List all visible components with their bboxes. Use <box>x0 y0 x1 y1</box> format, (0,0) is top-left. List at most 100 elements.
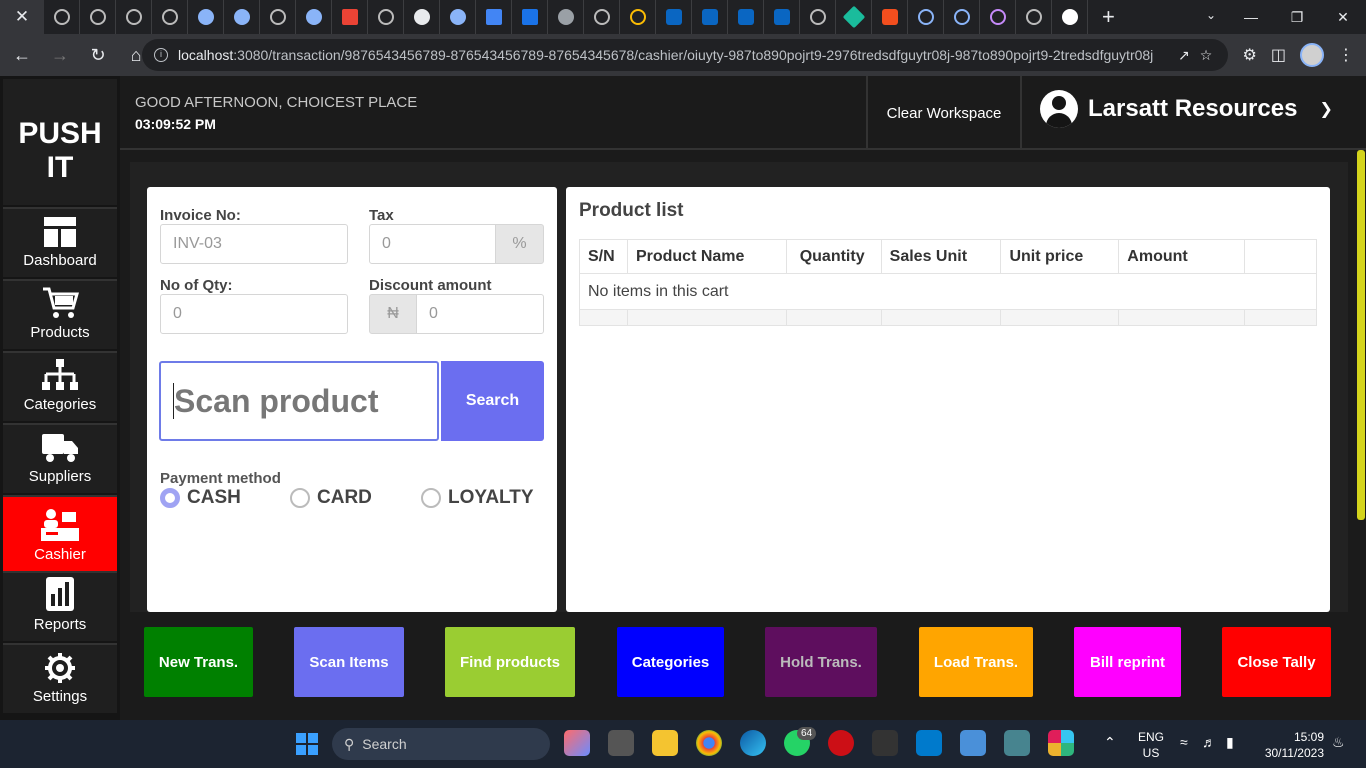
site-info-icon[interactable]: i <box>154 48 168 62</box>
browser-tab[interactable] <box>1052 0 1088 34</box>
payment-option-card[interactable]: CARD <box>290 487 372 509</box>
browser-tab[interactable] <box>692 0 728 34</box>
profile-avatar[interactable] <box>1300 43 1324 67</box>
minimize-icon[interactable]: — <box>1228 0 1274 34</box>
new-tab-icon[interactable]: + <box>1102 4 1115 30</box>
browser-tab[interactable] <box>620 0 656 34</box>
browser-tab[interactable] <box>764 0 800 34</box>
find-products-button[interactable]: Find products <box>445 627 575 697</box>
new-transaction-button[interactable]: New Trans. <box>144 627 253 697</box>
opera-icon[interactable] <box>828 730 854 756</box>
terminal-icon[interactable] <box>872 730 898 756</box>
browser-tab-strip: ✕ + ⌄ — ❐ ✕ <box>0 0 1366 34</box>
browser-tab[interactable] <box>332 0 368 34</box>
payment-option-cash[interactable]: CASH <box>160 487 241 509</box>
search-button[interactable]: Search <box>441 361 544 441</box>
browser-tab[interactable] <box>188 0 224 34</box>
back-icon[interactable]: ← <box>6 39 38 71</box>
bill-reprint-button[interactable]: Bill reprint <box>1074 627 1181 697</box>
close-tally-button[interactable]: Close Tally <box>1222 627 1331 697</box>
radio-loyalty[interactable] <box>421 488 441 508</box>
sidebar-item-products[interactable]: Products <box>3 279 117 349</box>
edge-icon[interactable] <box>740 730 766 756</box>
browser-tab[interactable] <box>152 0 188 34</box>
browser-tab[interactable] <box>728 0 764 34</box>
electron-icon[interactable] <box>1004 730 1030 756</box>
tab-close-icon[interactable]: ✕ <box>15 7 29 27</box>
browser-menu-icon[interactable]: ⋮ <box>1338 45 1354 65</box>
notepad-icon[interactable] <box>960 730 986 756</box>
clear-workspace-button[interactable]: Clear Workspace <box>866 76 1022 150</box>
browser-tab[interactable] <box>296 0 332 34</box>
product-table: S/N Product Name Quantity Sales Unit Uni… <box>579 239 1317 326</box>
qty-input[interactable]: 0 <box>160 294 348 334</box>
battery-icon[interactable]: ▮ <box>1226 734 1234 751</box>
windows-start-icon[interactable] <box>296 733 318 755</box>
chevron-up-icon[interactable]: ⌃ <box>1104 734 1116 751</box>
browser-tab[interactable] <box>944 0 980 34</box>
browser-tab[interactable] <box>440 0 476 34</box>
browser-tab[interactable] <box>800 0 836 34</box>
categories-button[interactable]: Categories <box>617 627 724 697</box>
side-panel-icon[interactable]: ◫ <box>1271 45 1286 65</box>
browser-tab[interactable] <box>80 0 116 34</box>
hold-transaction-button[interactable]: Hold Trans. <box>765 627 877 697</box>
sidebar-item-categories[interactable]: Categories <box>3 351 117 421</box>
copilot-icon[interactable] <box>564 730 590 756</box>
browser-tab[interactable] <box>980 0 1016 34</box>
url-text[interactable]: localhost:3080/transaction/9876543456789… <box>178 47 1168 63</box>
maximize-icon[interactable]: ❐ <box>1274 0 1320 34</box>
datetime[interactable]: 15:09 30/11/2023 <box>1256 729 1324 761</box>
payment-option-loyalty[interactable]: LOYALTY <box>421 487 534 509</box>
bookmark-star-icon[interactable]: ☆ <box>1200 47 1213 64</box>
user-menu[interactable]: Larsatt Resources ❯ <box>1040 90 1333 128</box>
slack-icon[interactable] <box>1048 730 1074 756</box>
browser-tab[interactable] <box>476 0 512 34</box>
browser-tab[interactable] <box>836 0 872 34</box>
tax-input[interactable]: 0 <box>369 224 496 264</box>
browser-tab[interactable] <box>404 0 440 34</box>
radio-cash[interactable] <box>160 488 180 508</box>
file-explorer-icon[interactable] <box>652 730 678 756</box>
browser-tab[interactable] <box>512 0 548 34</box>
scan-product-input[interactable]: Scan product <box>159 361 439 441</box>
invoice-field[interactable]: INV-03 <box>160 224 348 264</box>
truck-icon <box>42 434 78 462</box>
browser-tab[interactable] <box>872 0 908 34</box>
sidebar-item-dashboard[interactable]: Dashboard <box>3 207 117 277</box>
discount-input[interactable]: 0 <box>416 294 544 334</box>
forward-icon[interactable]: → <box>44 39 76 71</box>
browser-tab[interactable] <box>656 0 692 34</box>
load-transaction-button[interactable]: Load Trans. <box>919 627 1033 697</box>
sidebar-item-cashier[interactable]: Cashier <box>3 495 117 571</box>
tab-search-chevron-icon[interactable]: ⌄ <box>1206 8 1216 22</box>
taskbar-search[interactable]: ⚲ Search <box>332 728 550 760</box>
browser-tab[interactable] <box>224 0 260 34</box>
language-indicator[interactable]: ENG US <box>1138 729 1164 761</box>
scan-items-button[interactable]: Scan Items <box>294 627 404 697</box>
close-window-icon[interactable]: ✕ <box>1320 0 1366 34</box>
browser-tab[interactable] <box>548 0 584 34</box>
extensions-icon[interactable]: ⚙ <box>1243 45 1257 65</box>
volume-icon[interactable]: ♬ <box>1202 734 1216 750</box>
reload-icon[interactable]: ↻ <box>82 39 114 71</box>
browser-tab[interactable] <box>368 0 404 34</box>
browser-tab[interactable] <box>260 0 296 34</box>
active-tab[interactable]: ✕ <box>0 0 44 34</box>
wifi-icon[interactable]: ≈ <box>1180 734 1188 750</box>
vscode-icon[interactable] <box>916 730 942 756</box>
sidebar-item-suppliers[interactable]: Suppliers <box>3 423 117 493</box>
browser-tab[interactable] <box>44 0 80 34</box>
address-bar[interactable]: i localhost:3080/transaction/98765434567… <box>142 39 1228 71</box>
share-icon[interactable]: ↗ <box>1178 47 1190 64</box>
browser-tab[interactable] <box>116 0 152 34</box>
notification-bell-icon[interactable]: ♨ <box>1332 734 1345 751</box>
browser-tab[interactable] <box>1016 0 1052 34</box>
chrome-icon[interactable] <box>696 730 722 756</box>
page-scrollbar[interactable] <box>1357 150 1365 520</box>
radio-card[interactable] <box>290 488 310 508</box>
task-view-icon[interactable] <box>608 730 634 756</box>
browser-tab[interactable] <box>584 0 620 34</box>
browser-tab[interactable] <box>908 0 944 34</box>
chevron-down-icon[interactable]: ❯ <box>1319 99 1332 119</box>
